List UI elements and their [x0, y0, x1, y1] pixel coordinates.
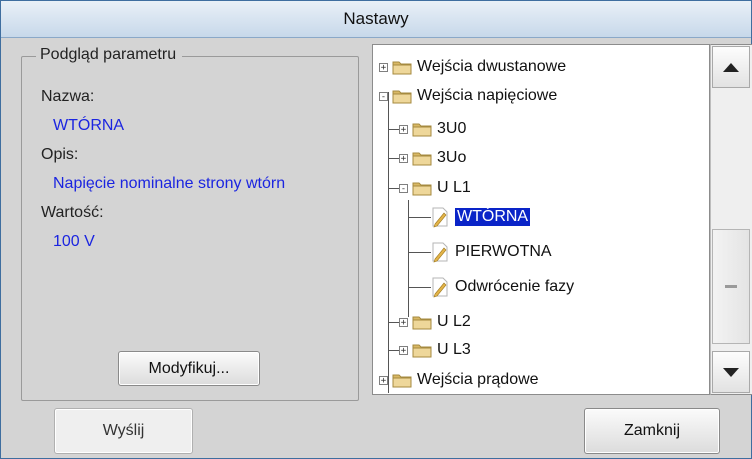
tree-folder-item[interactable]: + Wejścia prądowe: [379, 368, 539, 392]
tree-connector-line: [388, 322, 399, 323]
scroll-thumb[interactable]: [712, 229, 750, 344]
folder-icon: [392, 90, 412, 104]
modify-button[interactable]: Modyfikuj...: [118, 351, 260, 386]
value-value: 100 V: [53, 233, 95, 250]
folder-icon: [392, 61, 412, 75]
folder-icon: [412, 182, 432, 196]
tree-item-label: U L3: [437, 341, 471, 358]
tree-item-label: Odwrócenie fazy: [455, 278, 575, 295]
folder-icon: [412, 316, 432, 330]
parameter-icon: [432, 242, 448, 263]
grip-icon: [725, 285, 737, 288]
tree-connector-line: [388, 350, 399, 351]
tree-item-label: WTÓRNA: [455, 208, 531, 226]
expand-icon[interactable]: +: [399, 124, 408, 134]
tree-connector-line: [408, 287, 431, 288]
tree-item-label: Wejścia napięciowe: [417, 87, 558, 104]
tree-folder-item[interactable]: +3Uo: [399, 146, 466, 170]
tree-folder-item[interactable]: +3U0: [399, 117, 466, 141]
tree-connector-line: [408, 217, 431, 218]
tree-item-label: U L1: [437, 179, 471, 196]
arrow-up-icon: [723, 63, 739, 72]
expand-icon[interactable]: +: [399, 317, 408, 327]
folder-icon: [412, 344, 432, 358]
tree-item-label: 3Uo: [437, 149, 467, 166]
settings-dialog: Nastawy Podgląd parametru Nazwa: WTÓRNA …: [0, 0, 752, 459]
tree-parameter-item[interactable]: Odwrócenie fazy: [431, 275, 574, 299]
parameter-tree[interactable]: + Wejścia dwustanowe - Wejścia napięciowe +3…: [372, 44, 710, 395]
parameter-icon: [432, 277, 448, 298]
expand-icon[interactable]: +: [379, 62, 388, 72]
tree-folder-item[interactable]: + Wejścia dwustanowe: [379, 55, 566, 79]
title-bar[interactable]: Nastawy: [1, 1, 751, 38]
tree-item-label: Wejścia prądowe: [417, 371, 539, 388]
parameter-preview-group: Podgląd parametru: [21, 46, 359, 401]
send-button[interactable]: Wyślij: [54, 408, 193, 454]
tree-connector-line: [388, 129, 399, 130]
description-value: Napięcie nominalne strony wtórn: [53, 175, 286, 192]
name-value: WTÓRNA: [53, 117, 125, 134]
tree-item-label: 3U0: [437, 120, 467, 137]
tree-folder-item[interactable]: + U L3: [399, 338, 471, 362]
folder-icon: [412, 152, 432, 166]
expand-icon[interactable]: +: [379, 375, 388, 385]
window-title: Nastawy: [343, 9, 409, 28]
tree-folder-item[interactable]: - U L1: [399, 176, 471, 200]
tree-item-label: Wejścia dwustanowe: [417, 58, 567, 75]
tree-connector-line: [388, 188, 399, 189]
value-label: Wartość:: [41, 204, 104, 221]
close-button[interactable]: Zamknij: [584, 408, 720, 454]
scroll-up-button[interactable]: [712, 46, 750, 88]
tree-item-label: U L2: [437, 313, 471, 330]
parameter-icon: [432, 207, 448, 228]
tree-connector-line: [408, 252, 431, 253]
tree-item-label: PIERWOTNA: [455, 243, 552, 260]
folder-icon: [412, 123, 432, 137]
expand-icon[interactable]: +: [399, 345, 408, 355]
description-label: Opis:: [41, 146, 79, 163]
tree-parameter-item[interactable]: PIERWOTNA: [431, 240, 552, 264]
tree-parameter-item[interactable]: WTÓRNA: [431, 205, 531, 229]
tree-scrollbar[interactable]: [710, 44, 752, 395]
scroll-down-button[interactable]: [712, 351, 750, 393]
expand-icon[interactable]: +: [399, 153, 408, 163]
collapse-icon[interactable]: -: [379, 91, 388, 101]
arrow-down-icon: [723, 368, 739, 377]
tree-connector-line: [388, 158, 399, 159]
tree-connector-line: [388, 136, 389, 393]
name-label: Nazwa:: [41, 88, 95, 105]
group-legend: Podgląd parametru: [36, 46, 183, 64]
tree-folder-item[interactable]: + U L2: [399, 310, 471, 334]
folder-icon: [392, 374, 412, 388]
collapse-icon[interactable]: -: [399, 183, 408, 193]
tree-folder-item[interactable]: - Wejścia napięciowe: [379, 84, 557, 108]
